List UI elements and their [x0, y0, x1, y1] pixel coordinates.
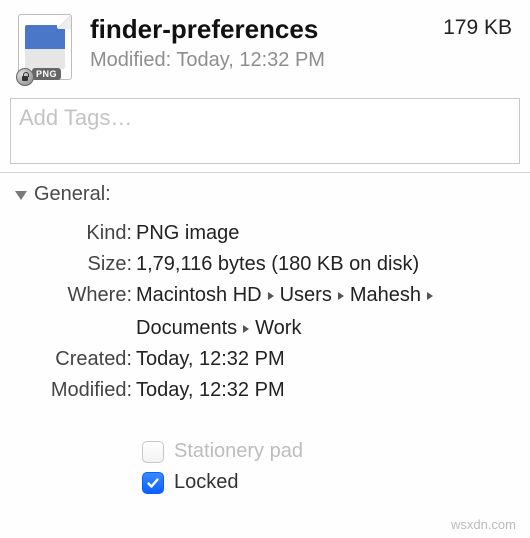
stationery-checkbox[interactable]: Stationery pad [14, 440, 516, 463]
row-modified: Modified: Today, 12:32 PM [14, 375, 516, 406]
path-separator-icon [266, 291, 276, 301]
file-type-badge: PNG [32, 68, 61, 80]
locked-label: Locked [174, 471, 239, 494]
tags-placeholder: Add Tags… [19, 105, 132, 130]
file-title: finder-preferences [90, 14, 443, 45]
created-value: Today, 12:32 PM [136, 344, 516, 375]
row-created: Created: Today, 12:32 PM [14, 344, 516, 375]
checkbox-checked-icon [142, 472, 164, 494]
kind-label: Kind: [18, 218, 136, 249]
created-label: Created: [18, 344, 136, 375]
path-segment: Users [280, 280, 332, 311]
lock-icon [16, 68, 34, 86]
path-segment: Documents [136, 313, 237, 344]
path-segment: Work [255, 313, 301, 344]
checkbox-icon [142, 441, 164, 463]
size-value: 1,79,116 bytes (180 KB on disk) [136, 249, 516, 280]
locked-checkbox[interactable]: Locked [14, 471, 516, 494]
path-separator-icon [425, 291, 435, 301]
general-section: General: Kind: PNG image Size: 1,79,116 … [0, 173, 530, 494]
info-header: PNG finder-preferences Modified: Today, … [0, 0, 530, 92]
path-segment: Macintosh HD [136, 280, 262, 311]
chevron-down-icon [14, 189, 28, 201]
section-title: General: [34, 183, 111, 206]
file-icon: PNG [18, 14, 78, 84]
modified-label: Modified: [18, 375, 136, 406]
path-separator-icon [336, 291, 346, 301]
modified-value: Today, 12:32 PM [136, 375, 516, 406]
path-segment: Mahesh [350, 280, 421, 311]
general-disclosure[interactable]: General: [14, 183, 516, 206]
kind-value: PNG image [136, 218, 516, 249]
stationery-label: Stationery pad [174, 440, 303, 463]
file-modified-summary: Modified: Today, 12:32 PM [90, 49, 443, 72]
file-size-summary: 179 KB [443, 14, 512, 40]
where-value: Macintosh HD Users Mahesh Documents Work [136, 280, 516, 344]
where-label: Where: [18, 280, 136, 311]
tags-input[interactable]: Add Tags… [10, 98, 520, 164]
row-where: Where: Macintosh HD Users Mahesh Documents W… [14, 280, 516, 344]
path-separator-icon [241, 324, 251, 334]
row-kind: Kind: PNG image [14, 218, 516, 249]
size-label: Size: [18, 249, 136, 280]
row-size: Size: 1,79,116 bytes (180 KB on disk) [14, 249, 516, 280]
watermark: wsxdn.com [451, 517, 516, 532]
